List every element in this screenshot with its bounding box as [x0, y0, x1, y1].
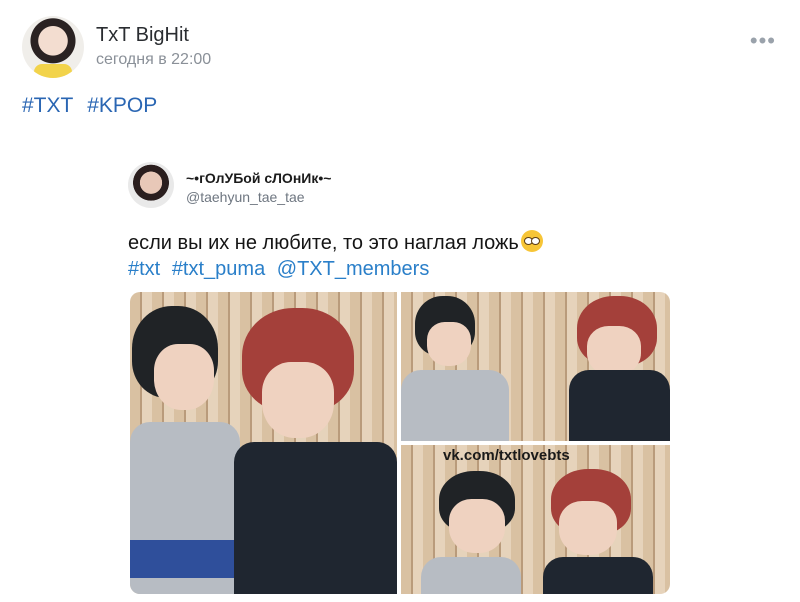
- person-face: [262, 362, 334, 438]
- person-face: [559, 501, 617, 555]
- person-body: [569, 370, 670, 441]
- tweet-handle: @taehyun_tae_tae: [186, 189, 305, 205]
- tweet-avatar: [128, 162, 174, 208]
- photo-left[interactable]: [130, 292, 397, 594]
- author-avatar[interactable]: [22, 16, 84, 78]
- watermark-text: vk.com/txtlovebts: [443, 447, 570, 464]
- person-face: [587, 326, 641, 376]
- photo-grid: vk.com/txtlovebts: [130, 292, 670, 594]
- tweet-text: если вы их не любите, то это наглая ложь: [128, 232, 519, 254]
- person-body: [401, 370, 509, 441]
- author-name[interactable]: TxT BigHit: [96, 24, 189, 47]
- rolling-eyes-emoji-icon: [520, 230, 543, 252]
- person-face: [427, 322, 471, 366]
- tweet-text-line: если вы их не любите, то это наглая ложь: [128, 230, 543, 255]
- tweet-tag: @TXT_members: [276, 258, 430, 280]
- person-body: [543, 557, 653, 594]
- person-face: [449, 499, 505, 553]
- tweet-display-name: ~•гОлУБой сЛОнИк•~: [186, 170, 332, 186]
- photo-bottom-right[interactable]: vk.com/txtlovebts: [401, 445, 670, 594]
- person-face: [154, 344, 214, 410]
- tweet-tag: #txt: [128, 258, 161, 280]
- cardigan-stripe: [130, 540, 240, 578]
- post-hashtags: #TXT #KPOP: [22, 94, 165, 118]
- tweet-tag: #txt_puma: [171, 258, 266, 280]
- hashtag-link[interactable]: #KPOP: [87, 94, 157, 117]
- person-body: [234, 442, 397, 594]
- tweet-screenshot: ~•гОлУБой сЛОнИк•~ @taehyun_tae_tae если…: [128, 154, 688, 602]
- post-time[interactable]: сегодня в 22:00: [96, 51, 211, 69]
- person-body: [421, 557, 521, 594]
- tweet-tags: #txt #txt_puma @TXT_members: [128, 258, 435, 281]
- hashtag-link[interactable]: #TXT: [22, 94, 73, 117]
- more-options-icon[interactable]: •••: [750, 28, 776, 54]
- photo-top-right[interactable]: [401, 292, 670, 441]
- post-header: TxT BigHit сегодня в 22:00 •••: [22, 14, 782, 80]
